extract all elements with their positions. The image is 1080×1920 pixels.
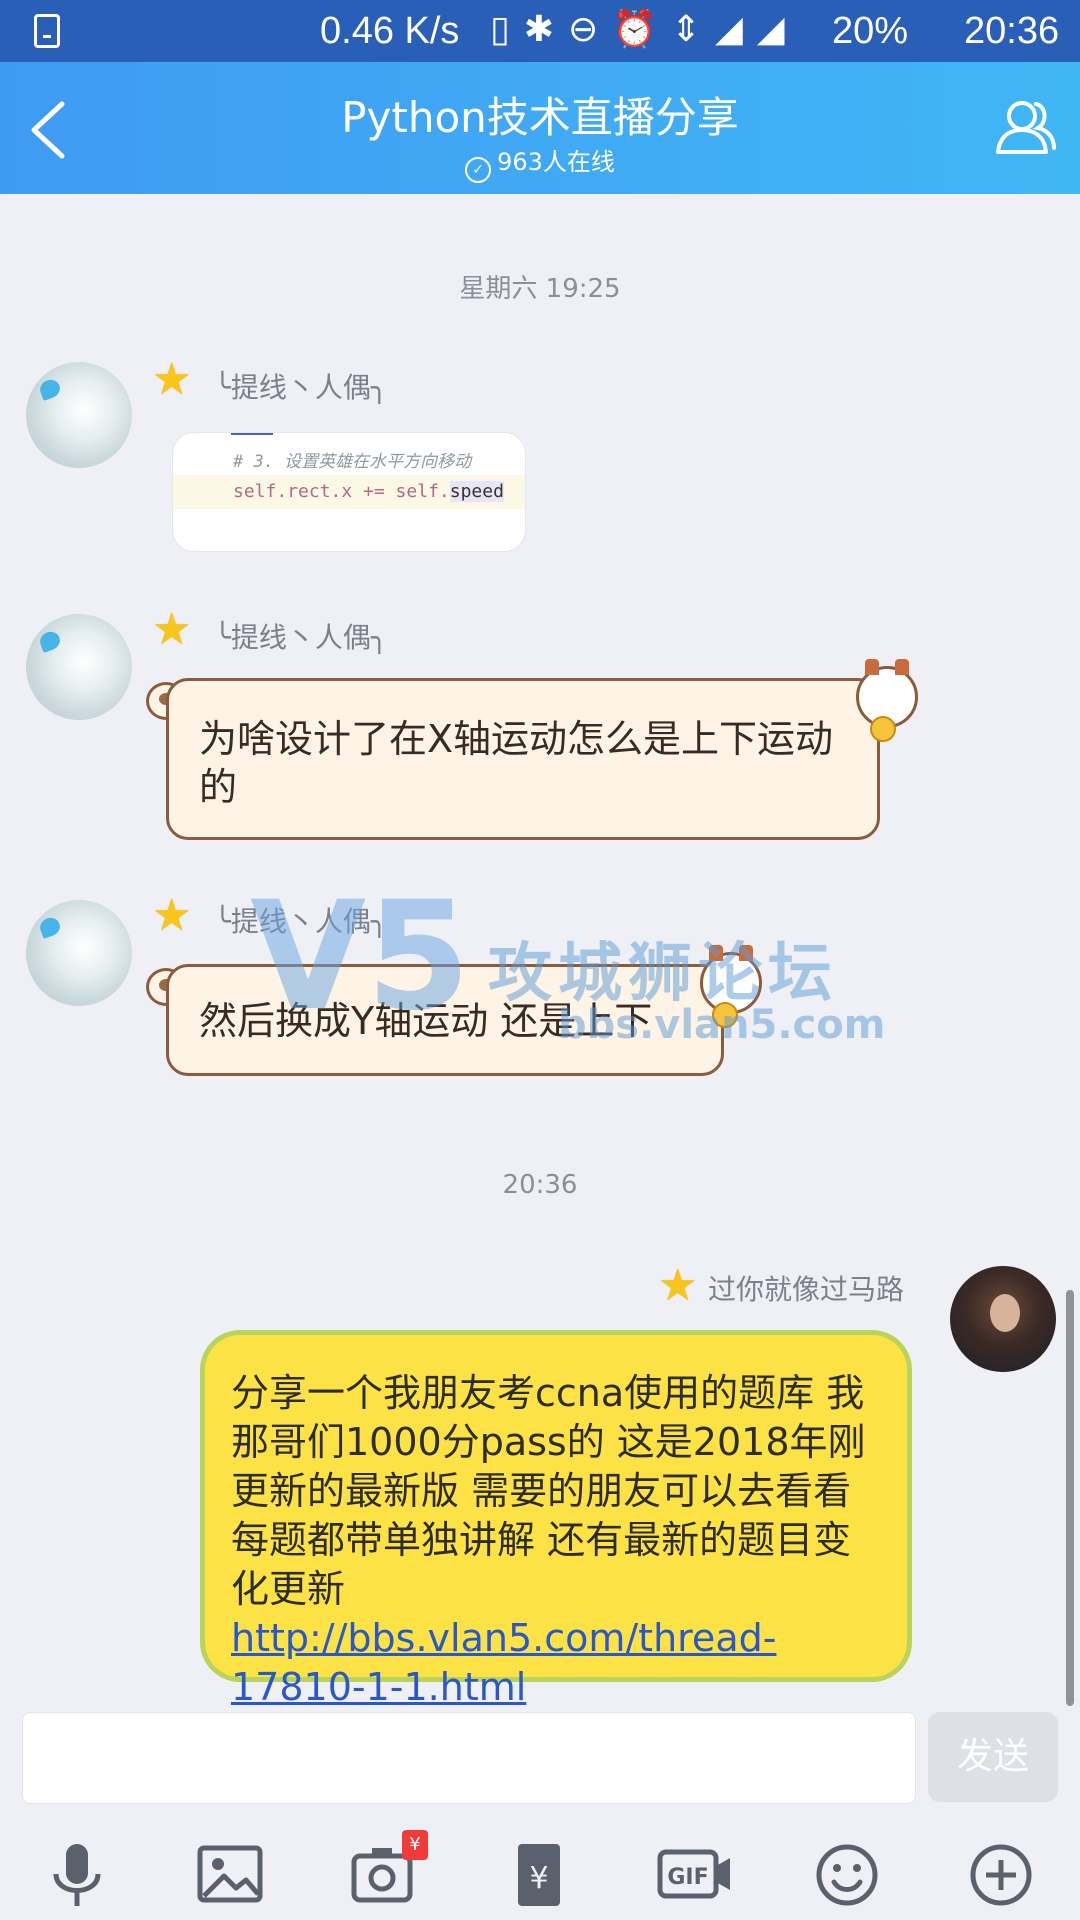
chat-header: Python技术直播分享 ✓ 963人在线 [0, 62, 1080, 194]
svg-text:GIF: GIF [667, 1865, 708, 1890]
image-icon[interactable] [190, 1840, 272, 1910]
avatar[interactable] [26, 900, 132, 1006]
code-text-a: self.rect.x += self. [233, 481, 450, 502]
network-speed: 0.46 K/s [320, 10, 460, 52]
sender-name[interactable]: ╰提线丶人偶╮ [214, 900, 388, 940]
check-circle-icon: ✓ [465, 157, 492, 183]
timestamp: 星期六 19:25 [459, 274, 621, 304]
emoji-icon[interactable] [806, 1840, 888, 1910]
status-bar: 0.46 K/s ▯✱⊖⏰⇕◢◢ 20% 20:36 [0, 0, 1080, 62]
clock: 20:36 [964, 10, 1060, 52]
sender-name[interactable]: 过你就像过马路 [708, 1268, 904, 1308]
code-line: self.rect.x += self.speed [173, 475, 525, 509]
group-members-icon[interactable] [992, 94, 1058, 160]
online-count: ✓ 963人在线 [0, 142, 1080, 183]
status-icons: ▯✱⊖⏰⇕◢◢ [490, 8, 799, 49]
svg-text:¥: ¥ [529, 1861, 548, 1896]
code-underline [231, 433, 273, 435]
microphone-icon[interactable] [36, 1840, 118, 1910]
star-badge-icon: ★ [152, 604, 192, 655]
message-bubble[interactable]: 为啥设计了在X轴运动怎么是上下运动的 [166, 678, 880, 840]
avatar[interactable] [26, 362, 132, 468]
scrollbar[interactable] [1066, 1290, 1074, 1706]
red-packet-badge: ¥ [402, 1830, 428, 1860]
star-badge-icon: ★ [152, 890, 192, 941]
bell-decoration-icon [870, 716, 896, 742]
send-button[interactable]: 发送 [928, 1712, 1058, 1802]
battery-percent: 20% [832, 10, 909, 52]
bell-decoration-icon [712, 1002, 738, 1028]
code-text: self.rect.x += self.speed [233, 481, 504, 502]
image-message[interactable]: # 3. 设置英雄在水平方向移动 self.rect.x += self.spe… [172, 432, 526, 552]
star-badge-icon: ★ [658, 1260, 698, 1311]
gif-icon[interactable]: GIF [652, 1840, 734, 1910]
online-count-text: 963人在线 [497, 148, 615, 176]
timestamp: 20:36 [502, 1170, 578, 1200]
download-icon [34, 14, 60, 48]
input-toolbar: ¥ ¥ GIF [0, 1810, 1080, 1920]
star-badge-icon: ★ [152, 354, 192, 405]
sender-name[interactable]: ╰提线丶人偶╮ [214, 366, 388, 406]
red-packet-icon[interactable]: ¥ [498, 1840, 580, 1910]
message-link[interactable]: http://bbs.vlan5.com/thread-17810-1-1.ht… [231, 1616, 776, 1709]
sender-name[interactable]: ╰提线丶人偶╮ [214, 616, 388, 656]
my-message-bubble[interactable]: 分享一个我朋友考ccna使用的题库 我那哥们1000分pass的 这是2018年… [200, 1330, 912, 1709]
avatar[interactable] [26, 614, 132, 720]
group-title[interactable]: Python技术直播分享 [0, 84, 1080, 145]
message-text: 分享一个我朋友考ccna使用的题库 我那哥们1000分pass的 这是2018年… [231, 1371, 866, 1611]
message-input[interactable] [22, 1712, 916, 1804]
plus-icon[interactable] [960, 1840, 1042, 1910]
message-bubble[interactable]: 然后换成Y轴运动 还是上下 [166, 964, 724, 1076]
code-text-b: speed [449, 481, 504, 502]
code-comment: # 3. 设置英雄在水平方向移动 [233, 452, 472, 472]
my-avatar[interactable] [950, 1266, 1056, 1372]
